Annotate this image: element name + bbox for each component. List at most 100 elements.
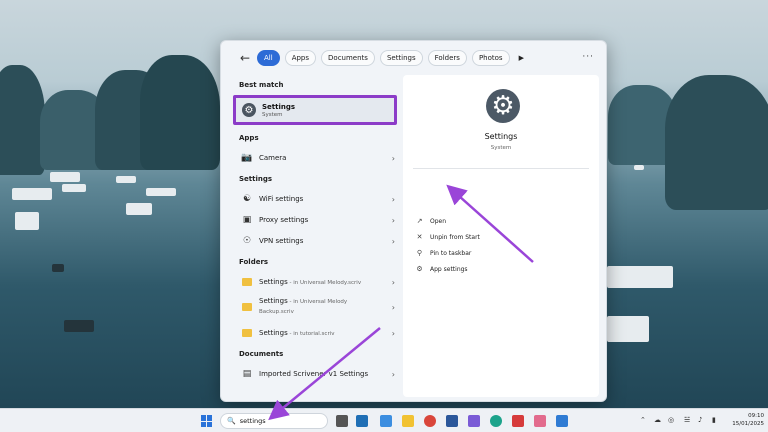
taskbar-search-box[interactable]: 🔍 settings <box>220 413 328 429</box>
boat <box>607 316 649 342</box>
chevron-right-icon[interactable]: › <box>392 329 395 338</box>
result-sub: Backup.scriv <box>259 309 294 315</box>
action-pin-taskbar[interactable]: ⚲ Pin to taskbar <box>415 247 471 259</box>
filter-folders[interactable]: Folders <box>427 50 467 66</box>
result-label: Proxy settings <box>259 216 309 224</box>
battery-icon[interactable]: ▮ <box>712 416 716 424</box>
result-wifi-settings[interactable]: ☯ WiFi settings › <box>235 189 401 209</box>
wifi-icon: ☯ <box>242 194 252 204</box>
edge-icon[interactable] <box>490 415 502 427</box>
folder-icon <box>241 327 253 339</box>
action-unpin-start[interactable]: ✕ Unpin from Start <box>415 231 480 243</box>
best-match-title: Settings <box>262 102 296 111</box>
action-app-settings[interactable]: ⚙ App settings <box>415 263 467 275</box>
preview-subtitle: System <box>490 145 512 151</box>
more-filters-arrow-icon[interactable]: ▶ <box>519 54 524 62</box>
boat <box>62 184 86 192</box>
best-match-subtitle: System <box>262 111 283 118</box>
clock-time: 09:10 <box>748 413 764 419</box>
boat <box>116 176 136 183</box>
folder-icon <box>241 276 253 288</box>
boat <box>146 188 176 196</box>
folder-icon <box>241 301 253 313</box>
gear-icon: ⚙ <box>416 265 423 273</box>
clock[interactable]: 09:10 15/01/2025 <box>724 412 764 428</box>
chevron-right-icon[interactable]: › <box>392 216 395 225</box>
chevron-right-icon[interactable]: › <box>392 154 395 163</box>
result-sub: - in Universal Melody <box>287 299 348 305</box>
preview-pane: ⚙ Settings System ↗ Open ✕ Unpin from St… <box>403 75 599 397</box>
open-icon: ↗ <box>416 217 423 225</box>
action-label: Pin to taskbar <box>430 249 472 257</box>
result-label: WiFi settings <box>259 195 304 203</box>
app-icon[interactable] <box>356 415 368 427</box>
result-sub: - in Universal Melody.scriv <box>287 280 362 286</box>
more-options-icon[interactable]: ··· <box>582 52 594 62</box>
unpin-icon: ✕ <box>416 233 423 241</box>
boat <box>126 203 152 215</box>
karst-rock <box>665 75 768 210</box>
task-view-icon[interactable] <box>336 415 348 427</box>
start-search-panel: ← All Apps Documents Settings Folders Ph… <box>220 40 607 402</box>
vpn-icon[interactable]: ◎ <box>668 416 674 424</box>
boat <box>64 320 94 332</box>
result-folder-1[interactable]: Settings - in Universal Melody.scriv › <box>235 272 401 292</box>
section-apps: Apps <box>239 134 259 142</box>
chrome-icon[interactable] <box>424 415 436 427</box>
action-open[interactable]: ↗ Open <box>415 215 446 227</box>
chevron-right-icon[interactable]: › <box>392 237 395 246</box>
chevron-right-icon[interactable]: › <box>392 278 395 287</box>
result-folder-2[interactable]: Settings - in Universal Melody Backup.scr… <box>235 294 401 320</box>
word-icon[interactable] <box>446 415 458 427</box>
result-folder-3[interactable]: Settings - in tutorial.scriv › <box>235 323 401 343</box>
search-input[interactable]: settings <box>240 417 266 425</box>
result-label: Settings - in Universal Melody.scriv <box>259 278 362 286</box>
volume-icon[interactable]: ♪ <box>698 416 702 424</box>
boat <box>52 264 64 272</box>
settings-gear-icon: ⚙ <box>242 103 256 117</box>
shield-icon: ☉ <box>242 236 252 246</box>
wifi-icon[interactable]: ☱ <box>684 416 690 424</box>
app-icon[interactable] <box>534 415 546 427</box>
result-label: Settings - in tutorial.scriv <box>259 329 335 337</box>
taskbar: 🔍 settings ⌃ ☁ ◎ ☱ ♪ ▮ 09:10 15/01/2025 <box>0 408 768 432</box>
filter-apps[interactable]: Apps <box>284 50 317 66</box>
chevron-right-icon[interactable]: › <box>392 303 395 312</box>
result-vpn-settings[interactable]: ☉ VPN settings › <box>235 231 401 251</box>
result-document-1[interactable]: ▤ Imported Scrivener v1 Settings › <box>235 364 401 384</box>
chevron-up-icon[interactable]: ⌃ <box>640 416 646 424</box>
result-proxy-settings[interactable]: ▣ Proxy settings › <box>235 210 401 230</box>
cloud-icon[interactable]: ☁ <box>654 416 661 424</box>
chevron-right-icon[interactable]: › <box>392 195 395 204</box>
file-explorer-icon[interactable] <box>402 415 414 427</box>
app-icon[interactable] <box>512 415 524 427</box>
pin-icon: ⚲ <box>416 249 423 257</box>
boat <box>607 266 673 288</box>
search-icon: 🔍 <box>227 417 236 425</box>
result-sub: - in tutorial.scriv <box>287 331 335 337</box>
start-windows-icon[interactable] <box>201 415 213 427</box>
action-label: Unpin from Start <box>430 233 480 241</box>
app-icon[interactable] <box>556 415 568 427</box>
preview-title: Settings <box>484 132 518 141</box>
result-label: Settings - in Universal Melody Backup.scr… <box>259 297 348 315</box>
best-match-settings[interactable]: ⚙ Settings System <box>233 95 397 125</box>
filter-all[interactable]: All <box>257 50 280 66</box>
document-icon: ▤ <box>242 369 252 379</box>
app-icon[interactable] <box>468 415 480 427</box>
filter-settings[interactable]: Settings <box>379 50 423 66</box>
chevron-right-icon[interactable]: › <box>392 370 395 379</box>
section-folders: Folders <box>239 258 269 266</box>
back-arrow-icon[interactable]: ← <box>237 50 253 66</box>
filter-documents[interactable]: Documents <box>321 50 375 66</box>
section-documents: Documents <box>239 350 284 358</box>
divider <box>413 168 589 169</box>
filter-photos[interactable]: Photos <box>471 50 510 66</box>
result-label: VPN settings <box>259 237 304 245</box>
result-camera[interactable]: 📷 Camera › <box>235 148 401 168</box>
karst-rock <box>140 55 220 170</box>
app-icon[interactable] <box>380 415 392 427</box>
settings-gear-icon: ⚙ <box>486 89 520 123</box>
boat <box>15 212 39 230</box>
section-settings: Settings <box>239 175 273 183</box>
